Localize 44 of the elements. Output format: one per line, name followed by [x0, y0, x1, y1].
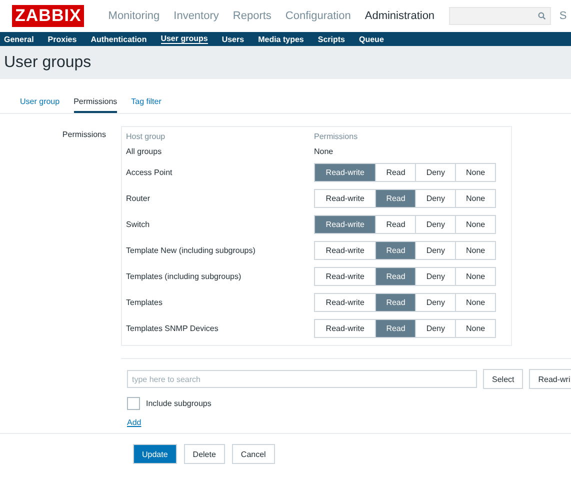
host-group: Access Point	[126, 168, 314, 176]
select-button[interactable]: Select	[483, 369, 524, 389]
permission-option[interactable]: Read-write	[315, 216, 376, 232]
permission-option[interactable]: Read	[376, 320, 416, 336]
search-icon	[538, 12, 546, 20]
tab[interactable]: Permissions	[74, 97, 118, 113]
menu-item[interactable]: Administration	[364, 10, 435, 22]
column-header: Permissions	[314, 132, 359, 140]
tab[interactable]: Tag filter	[131, 97, 162, 113]
search-field[interactable]	[448, 7, 552, 25]
checkbox-label: Include subgroups	[146, 399, 212, 408]
add-link[interactable]: Add	[127, 418, 142, 427]
column-header: Host group	[126, 132, 166, 140]
permission-option[interactable]: Read	[376, 268, 416, 284]
permission-option[interactable]: Read	[376, 190, 416, 206]
host-group: Switch	[126, 220, 314, 228]
nav-item[interactable]: General	[4, 34, 34, 44]
host-group: Templates (including subgroups)	[126, 272, 314, 280]
form-button[interactable]: Delete	[184, 444, 225, 464]
nav-item[interactable]: Media types	[258, 34, 304, 44]
search-field[interactable]: type here to search	[127, 370, 477, 388]
permission-option[interactable]: Read	[376, 294, 416, 310]
host-group: Router	[126, 194, 314, 202]
form-button[interactable]: Cancel	[232, 444, 275, 464]
logo: ZABBIX	[12, 5, 84, 27]
nav-item[interactable]: Users	[222, 34, 244, 44]
update-button[interactable]: Update	[133, 444, 177, 464]
host-group: Templates	[126, 298, 314, 306]
page-title: User groups	[4, 54, 92, 72]
host-group: All groups	[126, 146, 314, 156]
nav-item[interactable]: Proxies	[48, 34, 77, 44]
permission-value: None	[314, 146, 334, 156]
host-group: Template New (including subgroups)	[126, 246, 314, 254]
permission-option[interactable]: Read-write	[315, 164, 376, 180]
nav-item[interactable]: Scripts	[318, 34, 345, 44]
nav-item[interactable]: Authentication	[90, 34, 147, 44]
nav-item[interactable]: Queue	[359, 34, 384, 44]
permission-button[interactable]: Read-wri	[529, 369, 571, 389]
tab[interactable]: User group	[20, 97, 60, 113]
permission-option[interactable]: Read	[376, 242, 416, 258]
field-label: Permissions	[61, 129, 106, 141]
nav-item[interactable]: User groups	[160, 34, 208, 44]
checkbox[interactable]	[127, 397, 140, 410]
host-group: Templates SNMP Devices	[126, 324, 314, 332]
